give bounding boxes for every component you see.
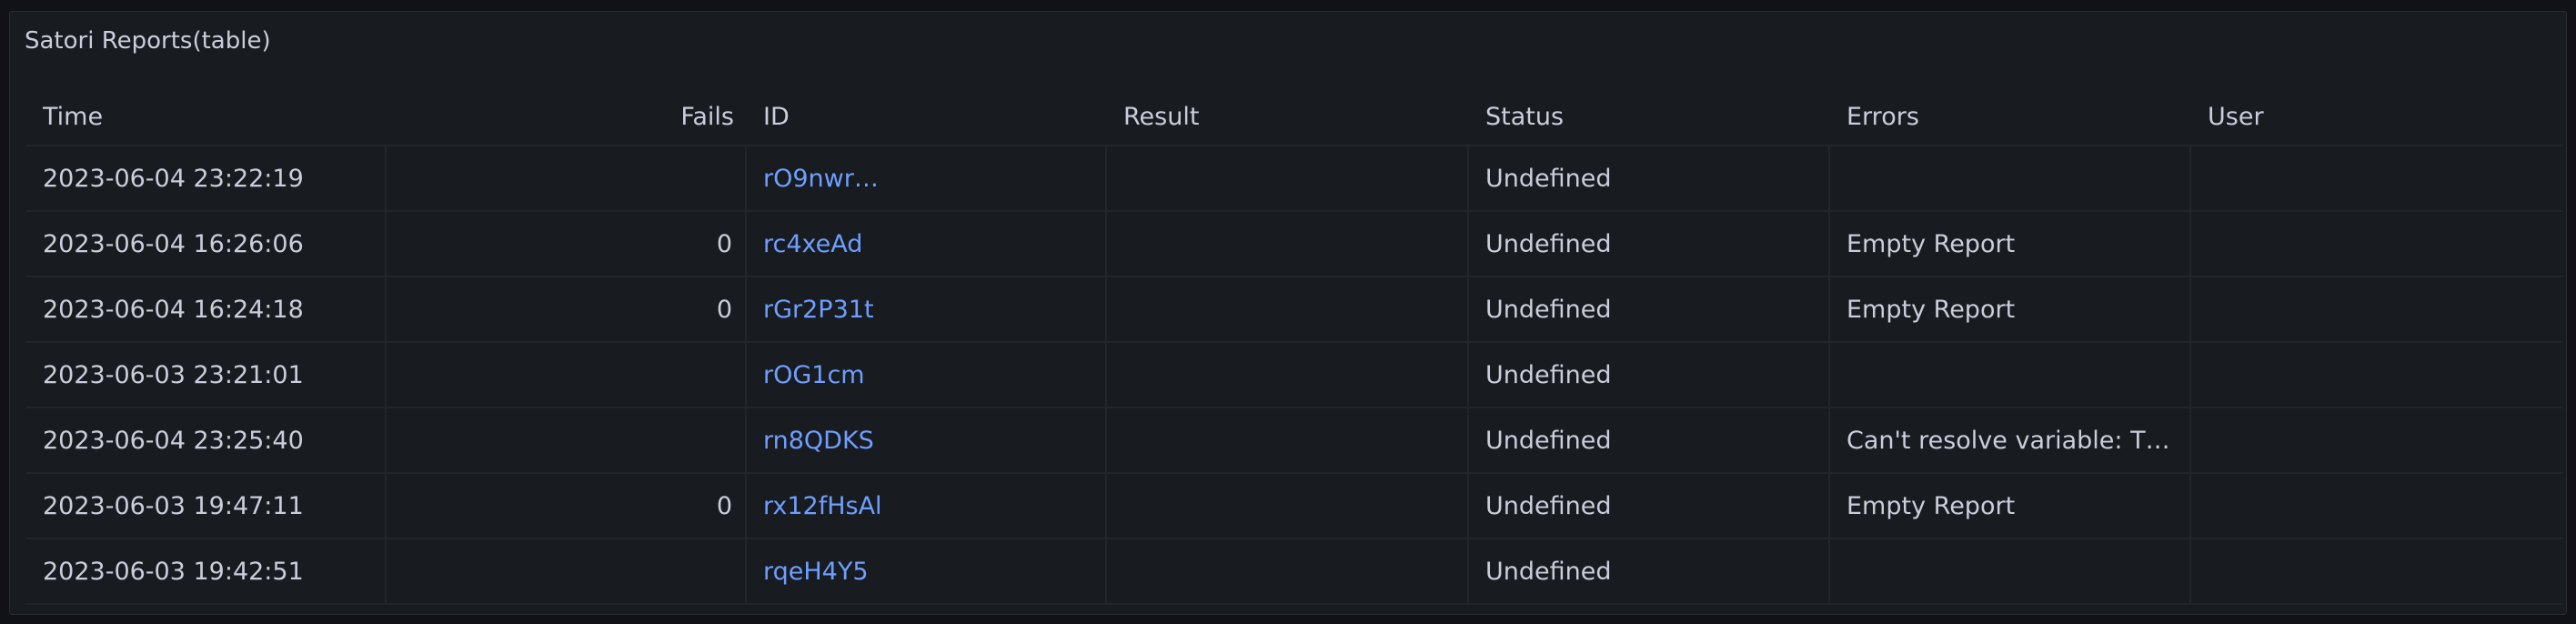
table-row: 2023-06-04 23:22:19 rO9nwrK3 Undefined [26,146,2562,212]
cell-result [1107,539,1469,603]
cell-result [1107,474,1469,538]
table-header-row: Time Fails ID Result Status Errors User [26,88,2562,146]
table-row: 2023-06-04 16:24:18 0 rGr2P31t Undefined… [26,277,2562,343]
cell-status: Undefined [1469,408,1830,472]
column-header-fails[interactable]: Fails [387,88,747,145]
table-row: 2023-06-04 16:26:06 0 rc4xeAd Undefined … [26,212,2562,277]
cell-time: 2023-06-03 23:21:01 [26,343,387,407]
cell-result [1107,212,1469,276]
column-header-time[interactable]: Time [26,88,387,145]
cell-user [2191,539,2553,603]
cell-time: 2023-06-04 16:26:06 [26,212,387,276]
table-row: 2023-06-03 19:42:51 rqeH4Y5 Undefined [26,539,2562,605]
panel-header[interactable]: Satori Reports(table) [10,12,2566,70]
column-header-errors[interactable]: Errors [1830,88,2191,145]
cell-time: 2023-06-04 23:22:19 [26,146,387,210]
cell-status: Undefined [1469,277,1830,341]
report-id-link[interactable]: rOG1cm [763,361,865,389]
panel-title: Satori Reports(table) [25,27,271,55]
cell-user [2191,343,2553,407]
table-row: 2023-06-04 23:25:40 rn8QDKS Undefined Ca… [26,408,2562,474]
report-id-link[interactable]: rqeH4Y5 [763,558,869,586]
cell-result [1107,408,1469,472]
cell-id: rO9nwrK3 [747,146,1107,210]
cell-fails: 0 [387,474,747,538]
cell-errors [1830,539,2191,603]
cell-result [1107,146,1469,210]
column-header-status[interactable]: Status [1469,88,1830,145]
report-id-link[interactable]: rO9nwrK3 [763,165,885,193]
column-header-user[interactable]: User [2191,88,2553,145]
cell-time: 2023-06-04 23:25:40 [26,408,387,472]
cell-fails [387,539,747,603]
cell-fails [387,343,747,407]
cell-errors: Can't resolve variable: TO... [1830,408,2191,472]
table-row: 2023-06-03 19:47:11 0 rx12fHsAl Undefine… [26,474,2562,539]
cell-fails: 0 [387,212,747,276]
cell-errors [1830,343,2191,407]
cell-status: Undefined [1469,474,1830,538]
cell-errors: Empty Report [1830,277,2191,341]
cell-user [2191,474,2553,538]
cell-time: 2023-06-04 16:24:18 [26,277,387,341]
cell-user [2191,408,2553,472]
cell-time: 2023-06-03 19:47:11 [26,474,387,538]
cell-time: 2023-06-03 19:42:51 [26,539,387,603]
cell-fails [387,408,747,472]
cell-user [2191,277,2553,341]
cell-id: rx12fHsAl [747,474,1107,538]
table-row: 2023-06-03 23:21:01 rOG1cm Undefined [26,343,2562,408]
cell-status: Undefined [1469,146,1830,210]
cell-errors: Empty Report [1830,474,2191,538]
cell-fails [387,146,747,210]
report-id-link[interactable]: rGr2P31t [763,296,874,324]
table-panel: Satori Reports(table) Time Fails ID Resu… [9,11,2567,615]
cell-status: Undefined [1469,539,1830,603]
cell-user [2191,146,2553,210]
cell-result [1107,343,1469,407]
cell-user [2191,212,2553,276]
cell-result [1107,277,1469,341]
cell-id: rGr2P31t [747,277,1107,341]
cell-id: rqeH4Y5 [747,539,1107,603]
report-id-link[interactable]: rc4xeAd [763,230,862,258]
cell-errors: Empty Report [1830,212,2191,276]
cell-fails: 0 [387,277,747,341]
cell-id: rOG1cm [747,343,1107,407]
column-header-result[interactable]: Result [1107,88,1469,145]
report-id-link[interactable]: rn8QDKS [763,427,874,455]
cell-errors [1830,146,2191,210]
cell-status: Undefined [1469,343,1830,407]
column-header-id[interactable]: ID [747,88,1107,145]
cell-status: Undefined [1469,212,1830,276]
reports-table: Time Fails ID Result Status Errors User … [26,88,2562,605]
report-id-link[interactable]: rx12fHsAl [763,492,882,520]
cell-id: rn8QDKS [747,408,1107,472]
cell-id: rc4xeAd [747,212,1107,276]
